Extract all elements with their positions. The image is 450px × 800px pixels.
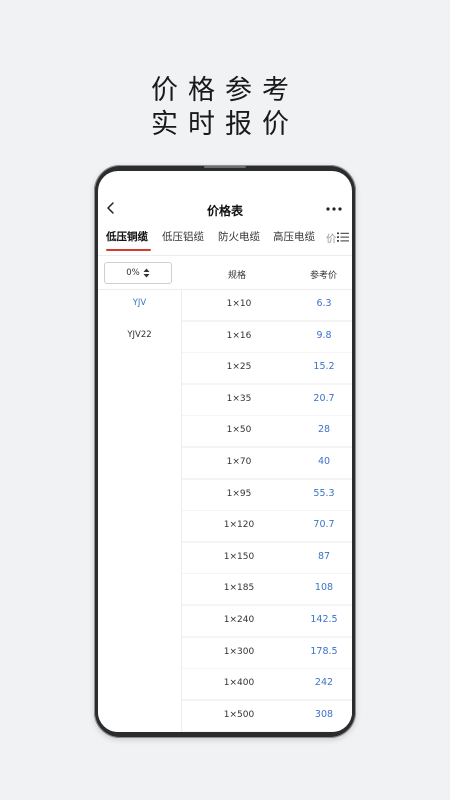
- spec-cell: 1×120: [223, 520, 255, 531]
- price-cell: 70.7: [313, 519, 335, 531]
- table-row: 1×25 15.2: [182, 353, 352, 384]
- spec-cell: 1×500: [223, 709, 255, 720]
- headline-line-2: 实时报价: [151, 109, 299, 140]
- table-row: 1×150 87: [182, 542, 352, 573]
- table-row: 1×16 9.8: [182, 321, 352, 352]
- tab-fireproof-cable[interactable]: 防火电缆: [218, 229, 260, 244]
- price-cell: 308: [314, 708, 334, 720]
- table-row: 1×50 28: [182, 416, 352, 447]
- column-header-spec: 规格: [228, 271, 247, 281]
- spec-cell: 1×95: [226, 488, 252, 499]
- table-row: 1×500 308: [182, 700, 352, 731]
- price-cell: 142.5: [310, 614, 338, 625]
- spec-cell: 1×300: [223, 646, 255, 657]
- model-list: YJV YJV22: [98, 290, 182, 732]
- model-item-yjv[interactable]: YJV: [98, 298, 181, 308]
- price-cell: 87: [317, 550, 331, 562]
- phone-speaker: [204, 166, 246, 168]
- price-cell: 15.2: [313, 361, 335, 373]
- price-cell: 9.8: [316, 329, 332, 341]
- price-cell: 40: [317, 456, 331, 467]
- spec-cell: 1×35: [226, 393, 252, 404]
- price-cell: 108: [314, 582, 334, 594]
- price-cell: 242: [314, 677, 334, 689]
- spec-cell: 1×10: [226, 299, 252, 309]
- table-row: 1×35 20.7: [182, 384, 352, 415]
- table-row: 1×120 70.7: [182, 511, 352, 542]
- spec-cell: 1×25: [226, 362, 252, 373]
- nav-bar: 价格表: [98, 171, 352, 226]
- table-row: 1×10 6.3: [182, 290, 352, 320]
- model-item-yjv22[interactable]: YJV22: [98, 330, 181, 340]
- spec-cell: 1×16: [226, 330, 252, 341]
- column-header-price: 参考价: [310, 271, 338, 281]
- category-tabs: 低压铜缆 低压铝缆 防火电缆 高压电缆 价: [98, 229, 352, 253]
- table-row: 1×95 55.3: [182, 479, 352, 510]
- spec-cell: 1×50: [226, 425, 252, 436]
- spec-cell: 1×185: [223, 583, 255, 594]
- spec-cell: 1×150: [223, 551, 255, 562]
- menu-list-icon[interactable]: [336, 231, 350, 243]
- price-cell: 178.5: [310, 645, 338, 657]
- spec-cell: 1×70: [226, 457, 252, 467]
- percent-adjust-select[interactable]: 0%: [104, 262, 172, 284]
- tab-overflow[interactable]: 价: [326, 231, 337, 246]
- price-cell: 20.7: [313, 392, 335, 404]
- price-table: 1×10 6.3 1×16 9.8 1×25 15.2 1×35 20.7 1×50 28 1×70…: [182, 290, 352, 732]
- tab-low-voltage-copper[interactable]: 低压铜缆: [106, 229, 148, 244]
- active-tab-indicator: [106, 249, 151, 251]
- spec-cell: 1×240: [223, 615, 255, 625]
- table-row: 1×70 40: [182, 448, 352, 478]
- table-row: 1×300 178.5: [182, 637, 352, 668]
- table-row: 1×240 142.5: [182, 606, 352, 636]
- sort-updown-icon: [143, 268, 150, 277]
- more-icon[interactable]: [326, 207, 342, 211]
- table-row: 1×185 108: [182, 574, 352, 605]
- price-cell: 6.3: [316, 298, 332, 309]
- price-cell: 55.3: [313, 487, 335, 499]
- page-title: 价格表: [206, 204, 243, 218]
- phone-frame: 价格表 低压铜缆 低压铝缆 防火电缆 高压电缆 价 0% 规格 参考价 YJV …: [94, 165, 356, 738]
- app-screen: 价格表 低压铜缆 低压铝缆 防火电缆 高压电缆 价 0% 规格 参考价 YJV …: [98, 171, 352, 732]
- percent-value: 0%: [126, 268, 140, 278]
- price-cell: 28: [317, 424, 331, 436]
- tab-high-voltage-cable[interactable]: 高压电缆: [273, 229, 315, 244]
- tab-low-voltage-aluminum[interactable]: 低压铝缆: [162, 229, 204, 244]
- divider: [98, 255, 352, 256]
- spec-cell: 1×400: [223, 678, 255, 689]
- table-row: 1×400 242: [182, 669, 352, 700]
